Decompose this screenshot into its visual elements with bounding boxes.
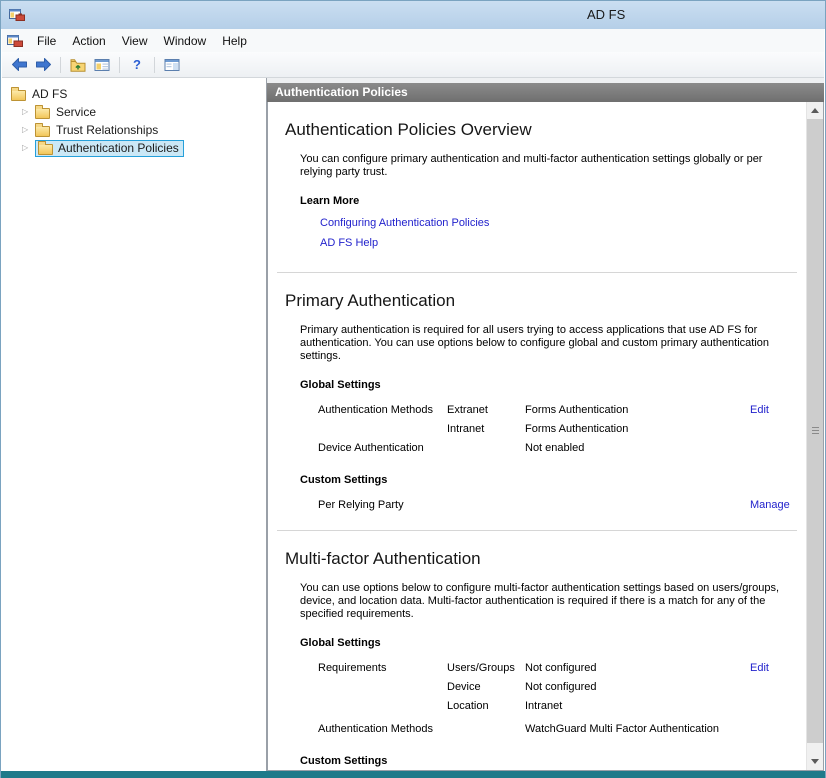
show-hide-action-pane-button[interactable] bbox=[161, 55, 183, 75]
overview-section: Authentication Policies Overview You can… bbox=[277, 102, 797, 273]
folder-icon bbox=[35, 108, 50, 119]
mfa-row-authentication-methods: Authentication Methods WatchGuard Multi … bbox=[318, 720, 789, 739]
scroll-down-button[interactable] bbox=[807, 753, 823, 770]
primary-row-extranet: Authentication Methods Extranet Forms Au… bbox=[318, 401, 789, 420]
multifactor-authentication-title: Multi-factor Authentication bbox=[285, 549, 789, 569]
menu-view[interactable]: View bbox=[114, 31, 156, 51]
chevron-right-icon[interactable] bbox=[22, 139, 35, 157]
up-one-level-button[interactable] bbox=[67, 55, 89, 75]
mfa-row-location: Location Intranet bbox=[318, 697, 789, 716]
tree-item-trust-relationships[interactable]: Trust Relationships bbox=[2, 121, 266, 139]
chevron-right-icon[interactable] bbox=[22, 121, 35, 139]
primary-global-settings-heading: Global Settings bbox=[300, 379, 789, 391]
tree-item-authentication-policies[interactable]: Authentication Policies bbox=[2, 139, 266, 157]
row-label: Device Authentication bbox=[318, 439, 447, 458]
folder-icon bbox=[35, 126, 50, 137]
row-value: WatchGuard Multi Factor Authentication bbox=[525, 720, 750, 739]
vertical-scrollbar[interactable] bbox=[806, 102, 823, 770]
row-label: Per Relying Party bbox=[318, 496, 447, 515]
row-key: Device bbox=[447, 678, 525, 697]
primary-authentication-description: Primary authentication is required for a… bbox=[300, 324, 789, 363]
mfa-row-users-groups: Requirements Users/Groups Not configured… bbox=[318, 659, 789, 678]
row-label: Authentication Methods bbox=[318, 401, 447, 420]
row-value: Forms Authentication bbox=[525, 420, 750, 439]
help-button[interactable] bbox=[126, 55, 148, 75]
window-title: AD FS bbox=[587, 7, 625, 22]
tree-item-label: Authentication Policies bbox=[58, 141, 179, 155]
primary-edit-link[interactable]: Edit bbox=[750, 401, 769, 420]
tree-item-label: Service bbox=[56, 105, 96, 119]
selected-tree-item[interactable]: Authentication Policies bbox=[35, 140, 184, 157]
folder-icon bbox=[38, 144, 53, 155]
primary-row-intranet: Intranet Forms Authentication bbox=[318, 420, 789, 439]
console-tree: AD FS Service Trust Relationships Authen… bbox=[2, 78, 267, 771]
back-icon bbox=[11, 57, 28, 72]
window-bottom-border bbox=[1, 771, 825, 778]
tree-item-adfs-root[interactable]: AD FS bbox=[2, 85, 266, 103]
toolbar-separator bbox=[60, 57, 61, 73]
row-value: Intranet bbox=[525, 697, 750, 716]
row-label: Requirements bbox=[318, 659, 447, 678]
forward-icon bbox=[35, 57, 52, 72]
up-one-level-icon bbox=[70, 57, 86, 73]
overview-description: You can configure primary authentication… bbox=[300, 153, 789, 179]
tree-item-service[interactable]: Service bbox=[2, 103, 266, 121]
row-key: Users/Groups bbox=[447, 659, 525, 678]
menu-help[interactable]: Help bbox=[214, 31, 255, 51]
menu-file[interactable]: File bbox=[29, 31, 64, 51]
console-snapin-icon bbox=[7, 33, 23, 49]
primary-authentication-section: Primary Authentication Primary authentic… bbox=[277, 273, 797, 531]
console-tree-icon bbox=[94, 57, 110, 73]
primary-manage-link[interactable]: Manage bbox=[750, 496, 790, 515]
folder-icon bbox=[11, 90, 26, 101]
forward-button[interactable] bbox=[32, 55, 54, 75]
mfa-global-settings-heading: Global Settings bbox=[300, 637, 789, 649]
row-value: Not enabled bbox=[525, 439, 750, 458]
primary-custom-row: Per Relying Party Manage bbox=[318, 496, 789, 515]
titlebar[interactable]: AD FS bbox=[1, 1, 825, 29]
primary-authentication-title: Primary Authentication bbox=[285, 291, 789, 311]
row-value: Not configured bbox=[525, 678, 750, 697]
row-value: Not configured bbox=[525, 659, 750, 678]
mfa-edit-link[interactable]: Edit bbox=[750, 659, 769, 678]
mfa-row-device: Device Not configured bbox=[318, 678, 789, 697]
content-scroll-area: Authentication Policies Overview You can… bbox=[268, 102, 806, 770]
main-area: AD FS Service Trust Relationships Authen… bbox=[2, 78, 824, 771]
tree-item-label: AD FS bbox=[32, 87, 67, 101]
adfs-help-link[interactable]: AD FS Help bbox=[320, 237, 789, 249]
overview-title: Authentication Policies Overview bbox=[285, 120, 789, 140]
chevron-right-icon[interactable] bbox=[22, 103, 35, 121]
row-key: Intranet bbox=[447, 420, 525, 439]
row-value: Forms Authentication bbox=[525, 401, 750, 420]
row-key: Location bbox=[447, 697, 525, 716]
back-button[interactable] bbox=[8, 55, 30, 75]
scroll-up-button[interactable] bbox=[807, 102, 823, 119]
scrollbar-thumb[interactable] bbox=[807, 119, 823, 743]
menu-bar: File Action View Window Help bbox=[2, 29, 824, 52]
action-pane-icon bbox=[164, 57, 180, 73]
mmc-app-icon bbox=[9, 7, 25, 23]
multifactor-authentication-section: Multi-factor Authentication You can use … bbox=[277, 531, 797, 770]
pane-header: Authentication Policies bbox=[267, 83, 824, 102]
multifactor-authentication-description: You can use options below to configure m… bbox=[300, 582, 789, 621]
show-hide-console-tree-button[interactable] bbox=[91, 55, 113, 75]
scrollbar-grip-icon bbox=[812, 427, 819, 435]
toolbar-separator bbox=[154, 57, 155, 73]
primary-custom-settings-heading: Custom Settings bbox=[300, 474, 789, 486]
adfs-console-window: AD FS File Action View Window Help bbox=[0, 0, 826, 778]
toolbar bbox=[2, 52, 824, 78]
help-icon bbox=[133, 56, 141, 74]
details-pane: Authentication Policies Authentication P… bbox=[267, 78, 824, 771]
configuring-authentication-policies-link[interactable]: Configuring Authentication Policies bbox=[320, 217, 789, 229]
content-box: Authentication Policies Overview You can… bbox=[267, 102, 824, 771]
row-label: Authentication Methods bbox=[318, 720, 447, 739]
menu-action[interactable]: Action bbox=[64, 31, 113, 51]
mfa-custom-settings-heading: Custom Settings bbox=[300, 755, 789, 767]
row-key: Extranet bbox=[447, 401, 525, 420]
toolbar-separator bbox=[119, 57, 120, 73]
menu-window[interactable]: Window bbox=[156, 31, 215, 51]
tree-item-label: Trust Relationships bbox=[56, 123, 158, 137]
primary-row-device-authentication: Device Authentication Not enabled bbox=[318, 439, 789, 458]
learn-more-heading: Learn More bbox=[300, 195, 789, 207]
